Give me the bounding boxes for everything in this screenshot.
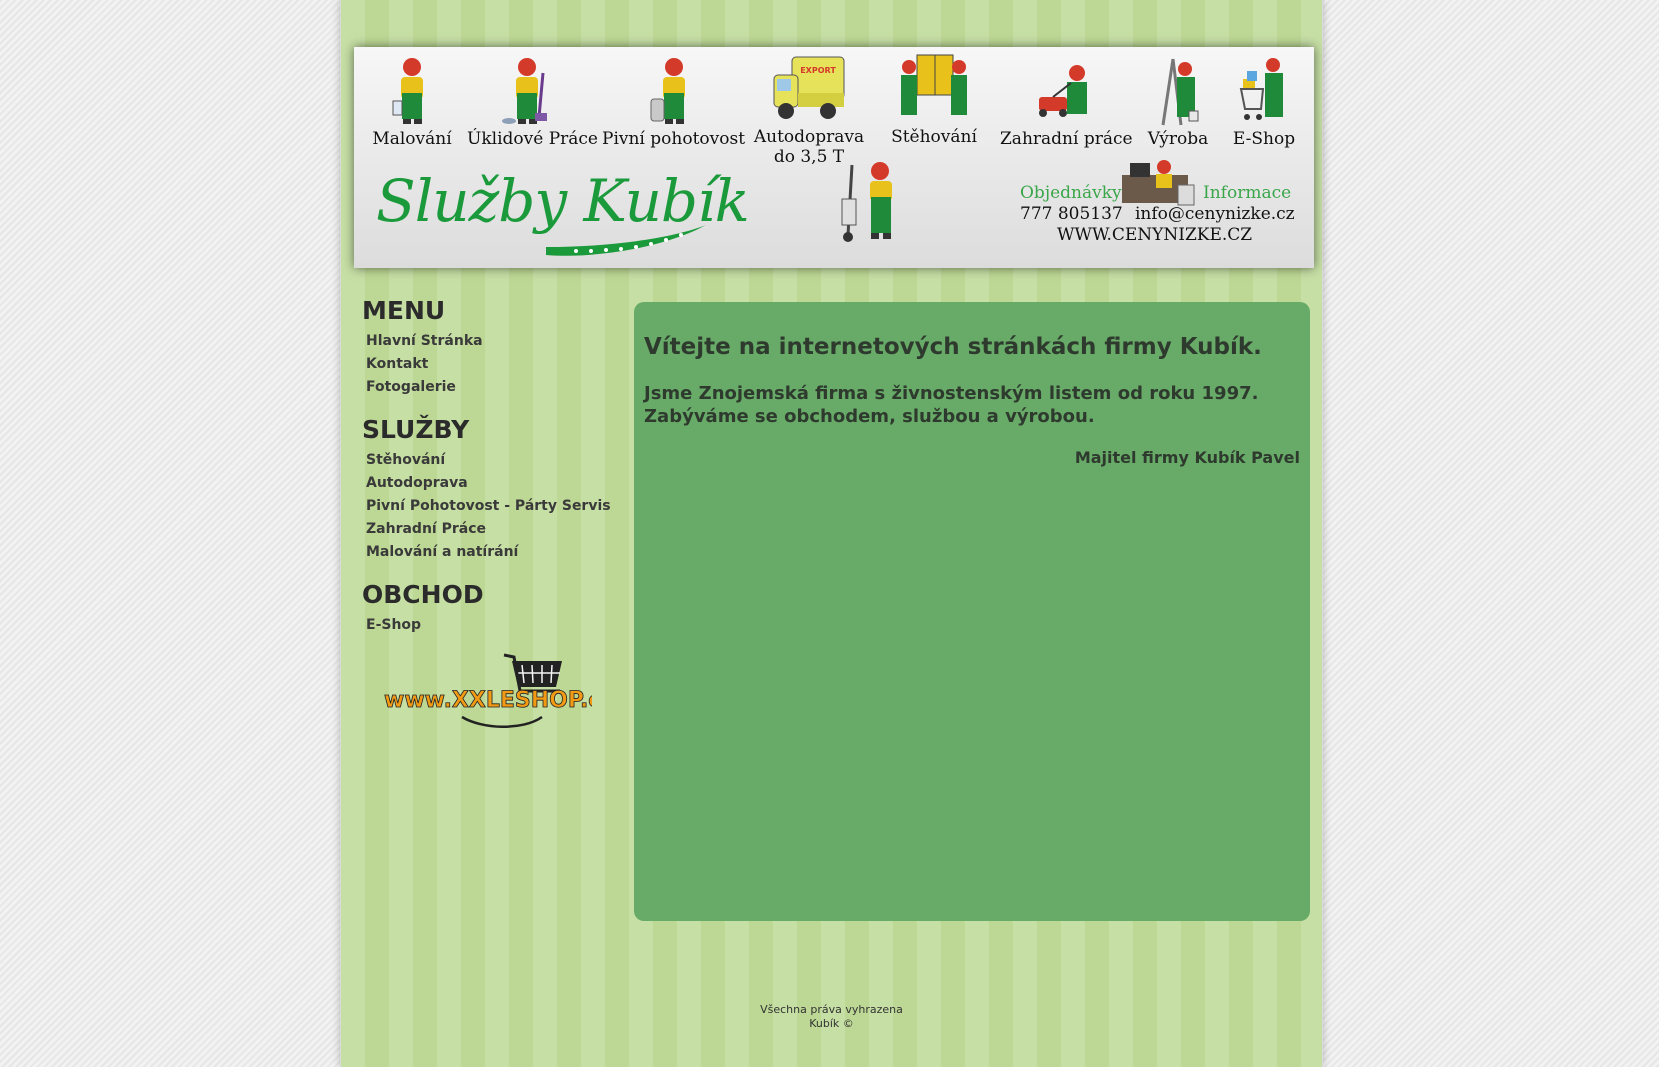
- lawnmower-icon: [1039, 65, 1087, 117]
- service-label: Autodoprava: [753, 127, 865, 147]
- shop-heading: OBCHOD: [362, 580, 484, 609]
- svg-text:EXPORT: EXPORT: [800, 66, 836, 75]
- services-heading: SLUŽBY: [362, 415, 470, 444]
- service-link-autodoprava[interactable]: EXPORT Autodoprava do 3,5 T: [749, 51, 869, 167]
- phone-number[interactable]: 777 805137: [1020, 204, 1123, 224]
- service-link-zahradni-prace[interactable]: Zahradní práce: [1000, 55, 1133, 149]
- nav-item-kontakt[interactable]: Kontakt: [362, 353, 622, 376]
- info-label: Informace: [1203, 183, 1292, 203]
- contact-block: Objednávky Informace 777 805137 info@cen…: [1020, 159, 1310, 264]
- office-desk-icon: [1122, 160, 1195, 206]
- intro-text: Jsme Znojemská firma s živnostenským lis…: [644, 382, 1258, 428]
- logo-swoosh-graphic: [546, 225, 706, 256]
- nav-item-malovani[interactable]: Malování a natírání: [362, 541, 622, 564]
- service-label: Malování: [372, 129, 452, 149]
- mascot-handtruck-icon: [841, 162, 892, 242]
- service-link-stehovani[interactable]: Stěhování: [879, 51, 989, 147]
- service-link-uklidove-prace[interactable]: Úklidové Práce: [467, 55, 598, 149]
- service-link-vyroba[interactable]: Výroba: [1143, 55, 1213, 149]
- service-label: E-Shop: [1232, 129, 1296, 149]
- painter-icon: [392, 58, 423, 124]
- nav-item-fotogalerie[interactable]: Fotogalerie: [362, 376, 622, 399]
- service-label: Výroba: [1147, 129, 1209, 149]
- footer-copyright: Kubík ©: [809, 1017, 854, 1030]
- nav-item-autodoprava[interactable]: Autodoprava: [362, 472, 622, 495]
- service-label: Stěhování: [891, 127, 977, 147]
- email-link[interactable]: info@cenynizke.cz: [1135, 204, 1295, 224]
- truck-icon: EXPORT: [773, 56, 845, 119]
- cleaner-icon: [502, 58, 547, 124]
- page-title: Vítejte na internetových stránkách firmy…: [644, 334, 1262, 360]
- owner-signature: Majitel firmy Kubík Pavel: [1074, 448, 1300, 467]
- service-label: Pivní pohotovost: [602, 129, 746, 149]
- xxleshop-banner-text: www.XXLESHOP.cz: [384, 688, 592, 713]
- shopping-basket-icon: [503, 653, 562, 693]
- intro-line-1: Jsme Znojemská firma s živnostenským lis…: [644, 383, 1259, 404]
- footer: Všechna práva vyhrazena Kubík ©: [341, 1003, 1322, 1031]
- services-nav: Stěhování Autodoprava Pivní Pohotovost -…: [362, 449, 622, 564]
- xxleshop-banner[interactable]: www.XXLESHOP.cz: [382, 647, 592, 737]
- menu-section: MENU Hlavní Stránka Kontakt Fotogalerie: [362, 296, 622, 399]
- header-banner: Malování Úklidové Práce Pivní pohotovost…: [354, 47, 1314, 268]
- service-link-pivni-pohotovost[interactable]: Pivní pohotovost: [602, 55, 746, 149]
- menu-heading: MENU: [362, 296, 446, 325]
- orders-label: Objednávky: [1020, 183, 1122, 203]
- site-logo[interactable]: Služby Kubík: [376, 167, 750, 262]
- nav-item-hlavni-stranka[interactable]: Hlavní Stránka: [362, 330, 622, 353]
- nav-item-pivni-pohotovost[interactable]: Pivní Pohotovost - Párty Servis: [362, 495, 622, 518]
- service-link-malovani[interactable]: Malování: [372, 55, 452, 149]
- shopping-cart-icon: [1239, 58, 1283, 120]
- shop-nav: E-Shop: [362, 614, 622, 637]
- intro-line-2: Zabýváme se obchodem, službou a výrobou.: [644, 406, 1095, 427]
- footer-rights: Všechna práva vyhrazena: [760, 1003, 903, 1016]
- nav-item-eshop[interactable]: E-Shop: [362, 614, 622, 637]
- page-container: Malování Úklidové Práce Pivní pohotovost…: [340, 0, 1323, 1067]
- movers-icon: [901, 54, 967, 115]
- nav-item-stehovani[interactable]: Stěhování: [362, 449, 622, 472]
- ladder-icon: [1161, 58, 1199, 126]
- website-link[interactable]: WWW.CENYNIZKE.CZ: [1057, 225, 1252, 245]
- beer-keg-icon: [650, 58, 685, 124]
- menu-nav: Hlavní Stránka Kontakt Fotogalerie: [362, 330, 622, 399]
- service-label: Zahradní práce: [1000, 129, 1133, 149]
- services-section: SLUŽBY Stěhování Autodoprava Pivní Pohot…: [362, 415, 622, 564]
- nav-item-zahradni-prace[interactable]: Zahradní Práce: [362, 518, 622, 541]
- service-link-eshop[interactable]: E-Shop: [1226, 55, 1302, 149]
- shop-section: OBCHOD E-Shop www.XXLESHOP.cz: [362, 580, 622, 737]
- sidebar: MENU Hlavní Stránka Kontakt Fotogalerie …: [362, 296, 622, 753]
- service-label: Úklidové Práce: [467, 129, 598, 149]
- main-content: Vítejte na internetových stránkách firmy…: [634, 302, 1310, 921]
